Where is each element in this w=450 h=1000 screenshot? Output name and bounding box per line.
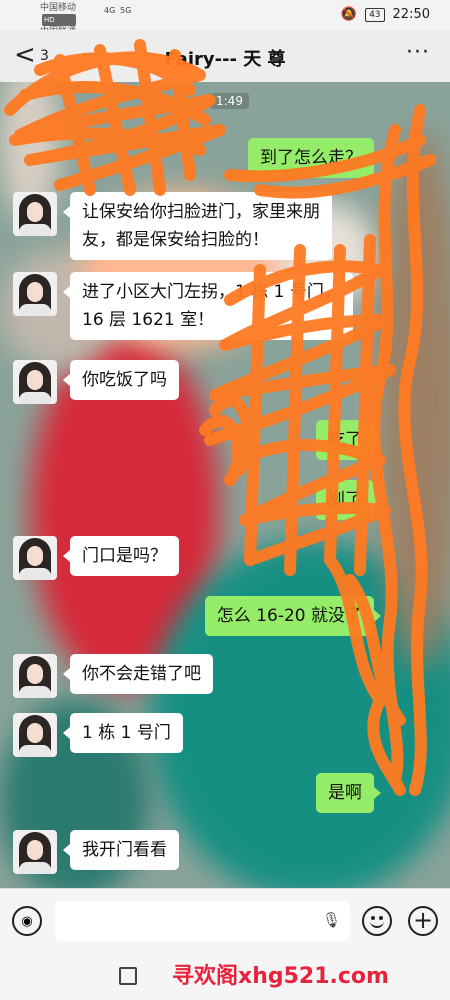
mute-icon: 🔕 [340, 7, 358, 22]
message-text: 1 栋 1 号门 [82, 723, 171, 743]
signal-4g-icon: 4G [104, 6, 116, 15]
status-bar: 中国移动HD 中国联通HD 4G 5G 🔕 43 22:50 [0, 0, 450, 50]
avatar[interactable] [13, 360, 57, 404]
message-bubble[interactable]: 1 栋 1 号门 [63, 713, 183, 753]
watermark: 寻欢阁xhg521.com [172, 964, 389, 989]
message-text: 吃了 [328, 430, 362, 450]
message-text: 到了怎么走？ [260, 148, 362, 168]
more-options-icon[interactable]: ··· [406, 40, 430, 65]
message-bubble[interactable]: 到了怎么走？ [248, 138, 381, 178]
message-text: 友，都是保安给扫脸的！ [82, 230, 269, 250]
message-text: 我开门看看 [82, 840, 167, 860]
plus-icon[interactable]: + [408, 906, 438, 936]
message-text: 进了小区大门左拐，1 栋 1 号门， [82, 282, 341, 302]
message-bubble[interactable]: 吃了 [316, 420, 381, 460]
battery-icon: 43 [365, 7, 385, 22]
chat-title: Fairy--- 天 尊 [164, 49, 286, 70]
chat-header: < 3 Fairy--- 天 尊 ··· [0, 30, 450, 82]
avatar[interactable] [13, 272, 57, 316]
message-text: 16 层 1621 室！ [82, 310, 215, 330]
message-bubble[interactable]: 是啊 [316, 773, 381, 813]
clock: 22:50 [392, 7, 430, 22]
message-text: 怎么 16-20 就没了 [216, 606, 362, 626]
message-text: 你不会走错了吧 [82, 664, 201, 684]
message-bubble[interactable]: 门口是吗？ [63, 536, 179, 576]
message-text: 让保安给你扫脸进门，家里来朋 [82, 202, 320, 222]
carrier-1: 中国移动 [40, 3, 77, 13]
message-text: 是啊 [328, 783, 362, 803]
message-text: 到了 [328, 490, 362, 510]
input-bar: ◉ 🎙 + [0, 888, 450, 952]
mic-icon[interactable]: 🎙 [322, 911, 341, 929]
avatar[interactable] [13, 192, 57, 236]
avatar[interactable] [13, 654, 57, 698]
message-input[interactable] [55, 901, 350, 941]
avatar[interactable] [13, 713, 57, 757]
hd-badge: HD [42, 14, 77, 26]
message-bubble[interactable]: 你吃饭了吗 [63, 360, 179, 400]
message-bubble[interactable]: 让保安给你扫脸进门，家里来朋 友，都是保安给扫脸的！ [63, 192, 332, 260]
message-bubble[interactable]: 到了 [316, 480, 381, 520]
avatar[interactable] [13, 830, 57, 874]
message-bubble[interactable]: 进了小区大门左拐，1 栋 1 号门， 16 层 1621 室！ [63, 272, 353, 340]
message-text: 门口是吗？ [82, 546, 167, 566]
message-text: 你吃饭了吗 [82, 370, 167, 390]
message-timestamp: 1:49 [210, 93, 249, 109]
recent-apps-icon[interactable] [119, 967, 137, 985]
message-bubble[interactable]: 你不会走错了吧 [63, 654, 213, 694]
message-bubble[interactable]: 我开门看看 [63, 830, 179, 870]
signal-5g-icon: 5G [120, 6, 132, 15]
voice-icon[interactable]: ◉ [12, 906, 42, 936]
avatar[interactable] [13, 536, 57, 580]
emoji-icon[interactable] [362, 906, 392, 936]
message-bubble[interactable]: 怎么 16-20 就没了 [204, 596, 382, 636]
